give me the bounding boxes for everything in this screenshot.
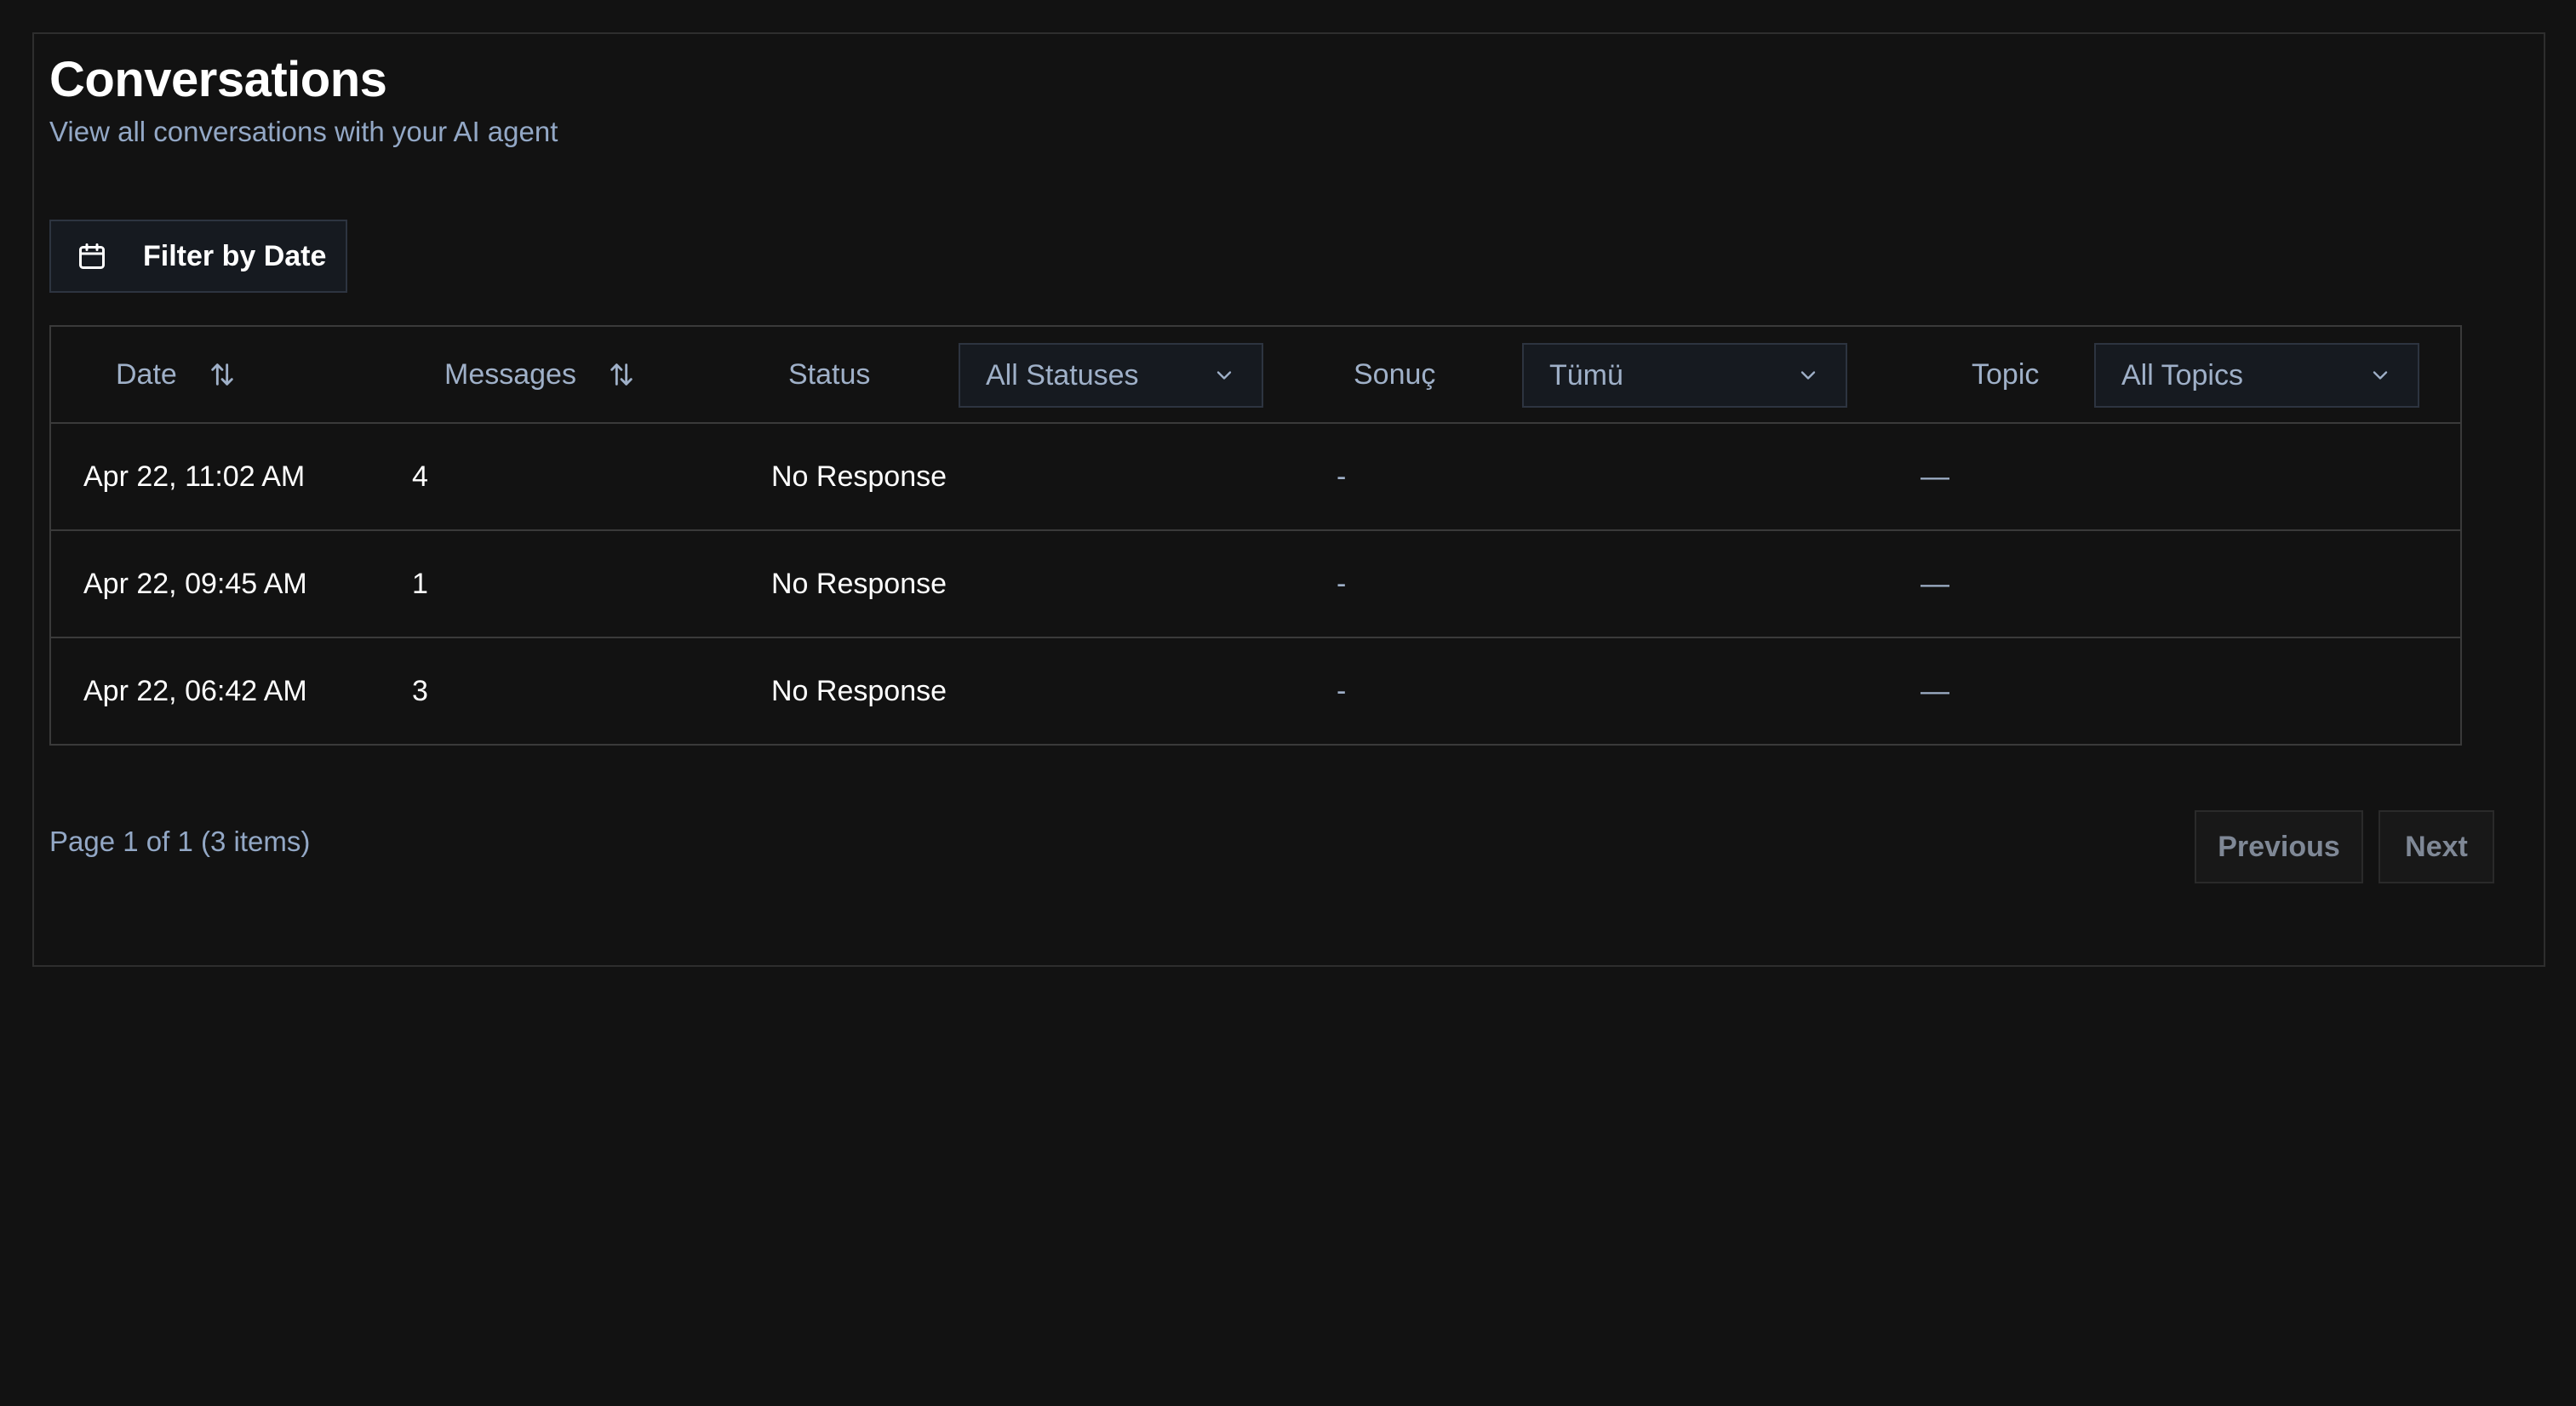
cell-topic: — — [1921, 567, 1949, 600]
cell-messages: 3 — [412, 674, 428, 707]
page-subtitle: View all conversations with your AI agen… — [49, 116, 558, 147]
table-header: Date Messages Status All Statuses Sonuç … — [51, 327, 2460, 424]
cell-messages: 4 — [412, 460, 428, 493]
sort-icon[interactable] — [208, 360, 237, 389]
cell-messages: 1 — [412, 567, 428, 600]
table-row[interactable]: Apr 22, 06:42 AM 3 No Response - — — [51, 638, 2460, 746]
chevron-down-icon — [1800, 371, 1816, 380]
cell-status: No Response — [771, 460, 947, 493]
result-filter-select[interactable]: Tümü — [1522, 343, 1847, 408]
table-row[interactable]: Apr 22, 09:45 AM 1 No Response - — — [51, 531, 2460, 638]
status-filter-value: All Statuses — [986, 358, 1139, 392]
table-row[interactable]: Apr 22, 11:02 AM 4 No Response - — — [51, 424, 2460, 531]
column-header-date-label: Date — [116, 357, 177, 391]
column-header-messages-label: Messages — [444, 357, 576, 391]
cell-date: Apr 22, 06:42 AM — [83, 674, 307, 707]
cell-result: - — [1337, 460, 1347, 493]
column-header-messages[interactable]: Messages — [444, 327, 636, 422]
page-title: Conversations — [49, 52, 387, 107]
conversations-table: Date Messages Status All Statuses Sonuç … — [49, 325, 2462, 746]
column-header-topic: Topic — [1972, 357, 2040, 391]
cell-result: - — [1337, 674, 1347, 707]
pagination-info: Page 1 of 1 (3 items) — [49, 826, 311, 857]
column-header-status: Status — [788, 357, 871, 391]
chevron-down-icon — [1216, 371, 1232, 380]
cell-date: Apr 22, 09:45 AM — [83, 567, 307, 600]
cell-result: - — [1337, 567, 1347, 600]
cell-topic: — — [1921, 674, 1949, 707]
filter-by-date-label: Filter by Date — [143, 239, 327, 272]
column-header-date[interactable]: Date — [116, 327, 237, 422]
topic-filter-value: All Topics — [2121, 358, 2243, 392]
chevron-down-icon — [2373, 371, 2388, 380]
cell-status: No Response — [771, 674, 947, 707]
topic-filter-select[interactable]: All Topics — [2094, 343, 2419, 408]
cell-date: Apr 22, 11:02 AM — [83, 460, 306, 493]
column-header-result: Sonuç — [1354, 357, 1436, 391]
filter-by-date-button[interactable]: Filter by Date — [49, 220, 347, 293]
result-filter-value: Tümü — [1549, 358, 1623, 392]
next-button[interactable]: Next — [2379, 810, 2494, 883]
status-filter-select[interactable]: All Statuses — [959, 343, 1263, 408]
cell-topic: — — [1921, 460, 1949, 493]
cell-status: No Response — [771, 567, 947, 600]
sort-icon[interactable] — [607, 360, 636, 389]
calendar-icon — [79, 243, 105, 269]
previous-button[interactable]: Previous — [2195, 810, 2363, 883]
